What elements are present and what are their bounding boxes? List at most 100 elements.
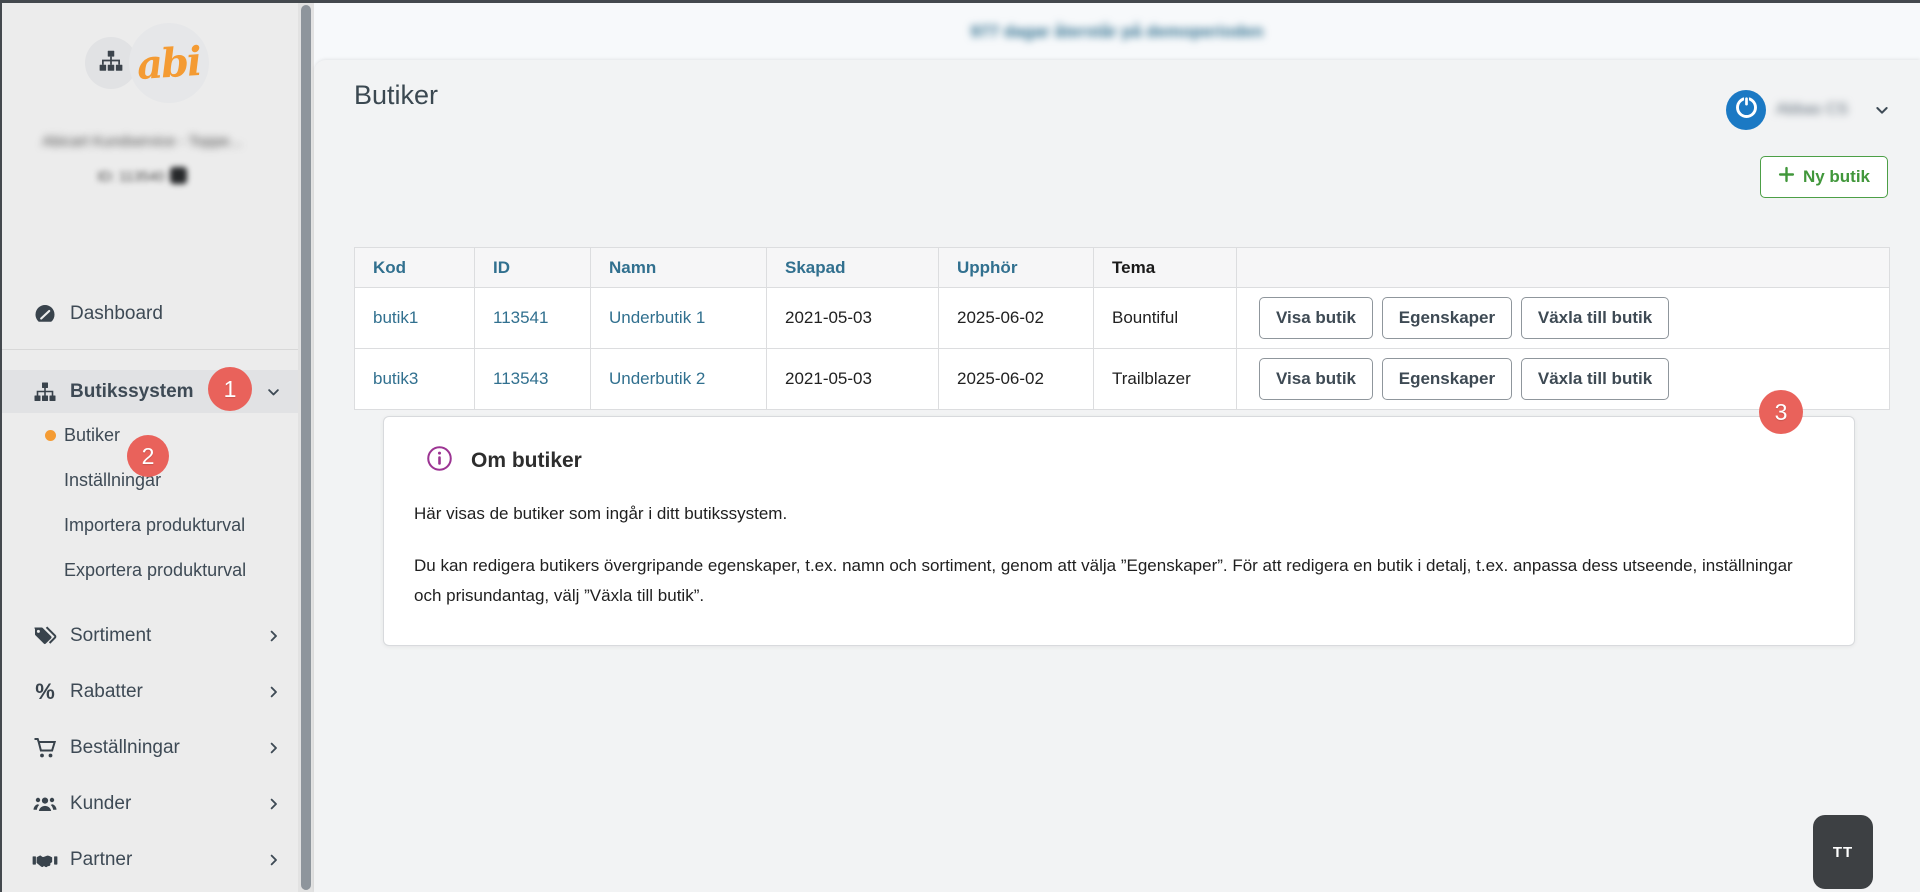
sidebar-item-label: Sortiment	[70, 625, 151, 647]
brand-circle: abi	[129, 23, 209, 103]
sidebar-item-kunder[interactable]: Kunder	[2, 776, 298, 832]
tags-icon	[32, 624, 58, 648]
sidebar-item-label: Exportera produkturval	[64, 560, 246, 581]
power-icon	[1733, 94, 1760, 126]
store-theme: Trailblazer	[1094, 349, 1237, 410]
store-expiry-date: 2025-06-02	[939, 288, 1094, 349]
sidebar-item-label: Butiker	[64, 425, 120, 446]
column-header-kod[interactable]: Kod	[355, 248, 475, 288]
sidebar-item-exportera-produkturval[interactable]: Exportera produkturval	[2, 548, 298, 593]
active-dot-icon	[45, 430, 56, 441]
app-window: abi Abicart Kundservice - Toppe... ID: 1…	[0, 0, 1920, 892]
tutorial-badge-1: 1	[208, 367, 252, 411]
chevron-right-icon	[266, 629, 281, 644]
new-store-label: Ny butik	[1803, 167, 1870, 187]
plus-icon	[1778, 166, 1795, 188]
user-name-blurred: Abbas CS	[1776, 101, 1864, 119]
store-id-link[interactable]: 113541	[475, 288, 591, 349]
store-expiry-date: 2025-06-02	[939, 349, 1094, 410]
users-icon	[32, 792, 58, 816]
tutorial-badge-3: 3	[1759, 390, 1803, 434]
masked-icon	[170, 167, 187, 184]
sidebar-item-label: Rabatter	[70, 681, 143, 703]
scrollbar-thumb[interactable]	[301, 5, 311, 890]
sidebar-item-dashboard[interactable]: Dashboard	[2, 291, 298, 337]
sidebar-divider	[2, 349, 298, 350]
sidebar-menu: Dashboard Butikssystem Butiker Inställni…	[2, 291, 298, 888]
view-store-button[interactable]: Visa butik	[1259, 358, 1373, 400]
account-name-blurred: Abicart Kundservice - Toppe...	[12, 133, 272, 150]
sidebar-item-label: Dashboard	[70, 303, 163, 325]
handshake-icon	[32, 848, 58, 872]
store-id-link[interactable]: 113543	[475, 349, 591, 410]
table-row: butik1 113541 Underbutik 1 2021-05-03 20…	[355, 288, 1890, 349]
row-actions: Visa butik Egenskaper Växla till butik	[1237, 288, 1890, 349]
sidebar-item-bestallningar[interactable]: Beställningar	[2, 720, 298, 776]
sidebar-item-butikssystem[interactable]: Butikssystem	[2, 370, 298, 413]
avatar	[1726, 90, 1766, 130]
sidebar-item-importera-produkturval[interactable]: Importera produkturval	[2, 503, 298, 548]
properties-button[interactable]: Egenskaper	[1382, 358, 1512, 400]
infobox-paragraph: Här visas de butiker som ingår i ditt bu…	[414, 499, 1820, 529]
chevron-right-icon	[266, 853, 281, 868]
user-menu[interactable]: Abbas CS	[1726, 90, 1890, 130]
sitemap-icon	[32, 380, 58, 404]
account-id-blurred: ID: 113540	[12, 167, 272, 184]
sidebar: abi Abicart Kundservice - Toppe... ID: 1…	[2, 3, 298, 892]
store-created-date: 2021-05-03	[767, 288, 939, 349]
sidebar-item-partner[interactable]: Partner	[2, 832, 298, 888]
store-code-link[interactable]: butik3	[355, 349, 475, 410]
sidebar-item-label: Partner	[70, 849, 132, 871]
view-store-button[interactable]: Visa butik	[1259, 297, 1373, 339]
store-name-link[interactable]: Underbutik 2	[591, 349, 767, 410]
column-header-tema: Tema	[1094, 248, 1237, 288]
sidebar-item-label: Importera produkturval	[64, 515, 245, 536]
sidebar-spacer	[2, 593, 298, 608]
sitemap-icon	[98, 48, 124, 79]
store-name-link[interactable]: Underbutik 1	[591, 288, 767, 349]
tt-widget-button[interactable]: TT	[1813, 815, 1873, 889]
sidebar-item-label: Butikssystem	[70, 381, 194, 403]
chevron-right-icon	[266, 741, 281, 756]
infobox-header: Om butiker	[414, 445, 1820, 477]
infobox-paragraph: Du kan redigera butikers övergripande eg…	[414, 551, 1820, 611]
table-header-row: Kod ID Namn Skapad Upphör Tema	[355, 248, 1890, 288]
new-store-button[interactable]: Ny butik	[1760, 156, 1888, 198]
sidebar-item-sortiment[interactable]: Sortiment	[2, 608, 298, 664]
store-created-date: 2021-05-03	[767, 349, 939, 410]
switch-to-store-button[interactable]: Växla till butik	[1521, 358, 1669, 400]
percent-icon: %	[32, 680, 58, 704]
stores-table: Kod ID Namn Skapad Upphör Tema butik1 11…	[354, 247, 1890, 410]
column-header-skapad[interactable]: Skapad	[767, 248, 939, 288]
tutorial-badge-2: 2	[127, 435, 169, 477]
switch-to-store-button[interactable]: Växla till butik	[1521, 297, 1669, 339]
infobox-title: Om butiker	[471, 449, 582, 473]
sidebar-item-label: Kunder	[70, 793, 131, 815]
store-code-link[interactable]: butik1	[355, 288, 475, 349]
about-stores-infobox: Om butiker Här visas de butiker som ingå…	[383, 416, 1855, 646]
page-title: Butiker	[354, 80, 438, 111]
column-header-id[interactable]: ID	[475, 248, 591, 288]
content-panel: Butiker Abbas CS Ny butik	[314, 60, 1920, 892]
chevron-right-icon	[266, 685, 281, 700]
demo-period-notice-blurred: 977 dagar återstår på demoperioden	[971, 22, 1264, 42]
chevron-right-icon	[266, 797, 281, 812]
column-header-namn[interactable]: Namn	[591, 248, 767, 288]
table-row: butik3 113543 Underbutik 2 2021-05-03 20…	[355, 349, 1890, 410]
properties-button[interactable]: Egenskaper	[1382, 297, 1512, 339]
column-header-actions	[1237, 248, 1890, 288]
info-icon	[426, 445, 453, 477]
chevron-down-icon	[1874, 102, 1890, 118]
cart-icon	[32, 736, 58, 760]
column-header-upphor[interactable]: Upphör	[939, 248, 1094, 288]
sidebar-item-rabatter[interactable]: % Rabatter	[2, 664, 298, 720]
chevron-down-icon	[266, 384, 281, 399]
topbar: 977 dagar återstår på demoperioden	[314, 3, 1920, 60]
sidebar-item-label: Beställningar	[70, 737, 180, 759]
brand-wordmark: abi	[136, 37, 202, 88]
abicart-logo: abi	[85, 23, 215, 103]
main-area: 977 dagar återstår på demoperioden Butik…	[314, 3, 1920, 892]
store-theme: Bountiful	[1094, 288, 1237, 349]
dashboard-icon	[32, 302, 58, 326]
sidebar-scrollbar[interactable]	[298, 3, 314, 892]
